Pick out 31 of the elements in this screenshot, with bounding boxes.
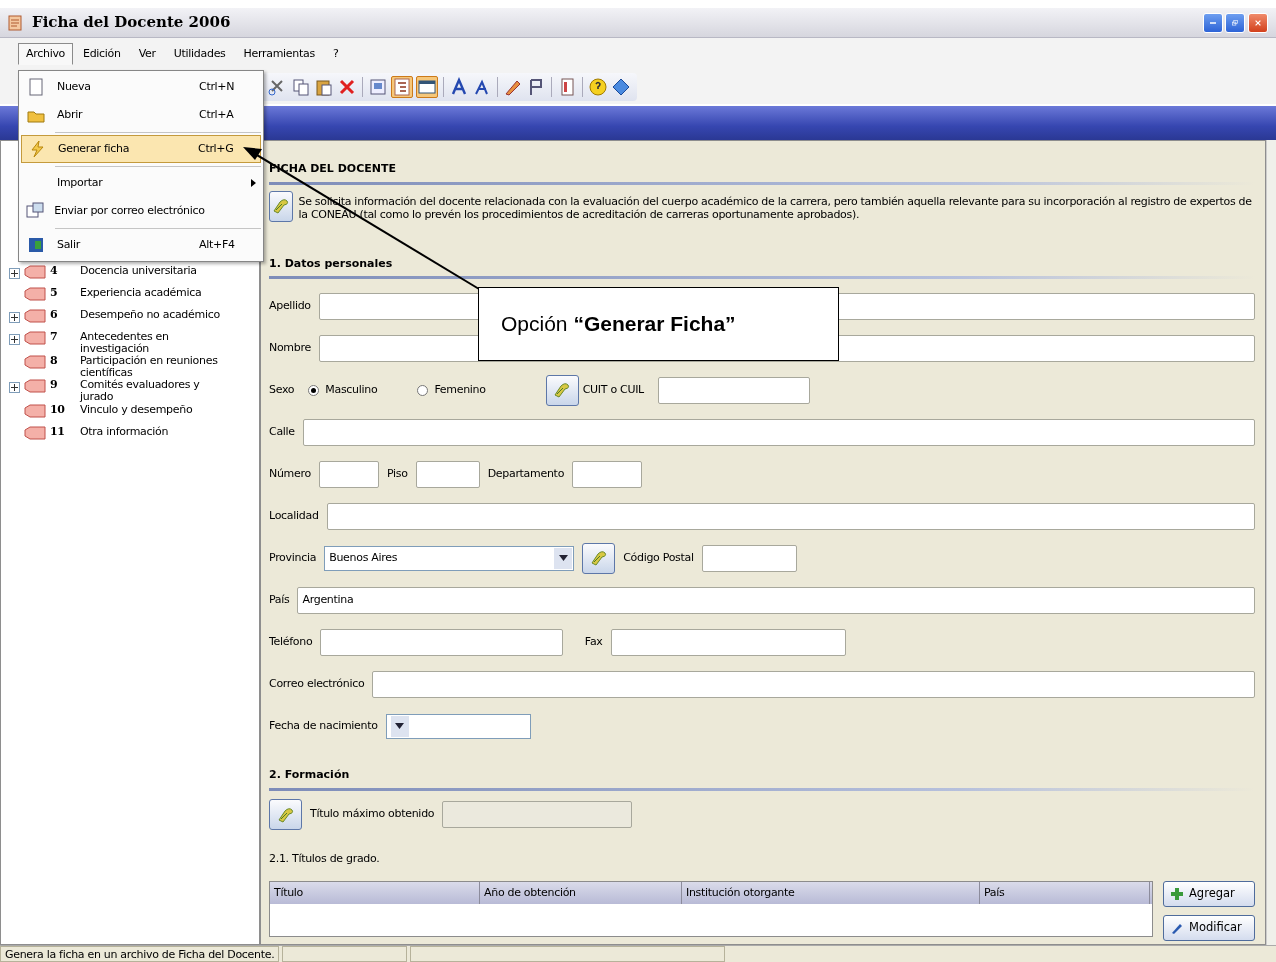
field-label: Sexo	[269, 381, 295, 398]
field-label: Apellido	[269, 297, 311, 314]
field-label: Calle	[269, 423, 295, 440]
field-label: Teléfono	[269, 633, 313, 650]
field-label: Provincia	[269, 549, 317, 566]
field-label: Número	[269, 465, 311, 482]
field-label: Correo electrónico	[269, 675, 365, 692]
tree-number: 9	[49, 379, 59, 392]
field-label: Nombre	[269, 339, 311, 356]
tree-number: 11	[49, 425, 66, 438]
subsection-heading: 2.1. Títulos de grado.	[269, 850, 381, 867]
field-label: Título máximo obtenido	[310, 806, 435, 823]
tree-number: 4	[49, 265, 59, 278]
field-label: País	[269, 591, 290, 608]
field-label: Fax	[584, 633, 603, 650]
field-label: Código Postal	[623, 549, 694, 566]
callout-text: Opción “Generar Ficha”	[501, 311, 736, 338]
section-heading: 1. Datos personales	[269, 255, 394, 272]
tree-number: 10	[49, 403, 66, 416]
field-label: Localidad	[269, 507, 319, 524]
section-heading: 2. Formación	[269, 767, 351, 783]
window-title: Ficha del Docente 2006	[32, 12, 231, 34]
status-text: Genera la ficha en un archivo de Ficha del Docente.	[0, 946, 280, 962]
field-label: CUIT o CUIL	[582, 381, 644, 398]
field-label: Fecha de nacimiento	[269, 717, 378, 734]
tree-number: 6	[49, 309, 59, 322]
tree-number: 7	[49, 331, 59, 344]
field-label: Departamento	[487, 465, 565, 482]
tree-number: 5	[49, 287, 59, 300]
tree-number: 8	[49, 355, 59, 368]
field-label: Piso	[386, 465, 408, 482]
